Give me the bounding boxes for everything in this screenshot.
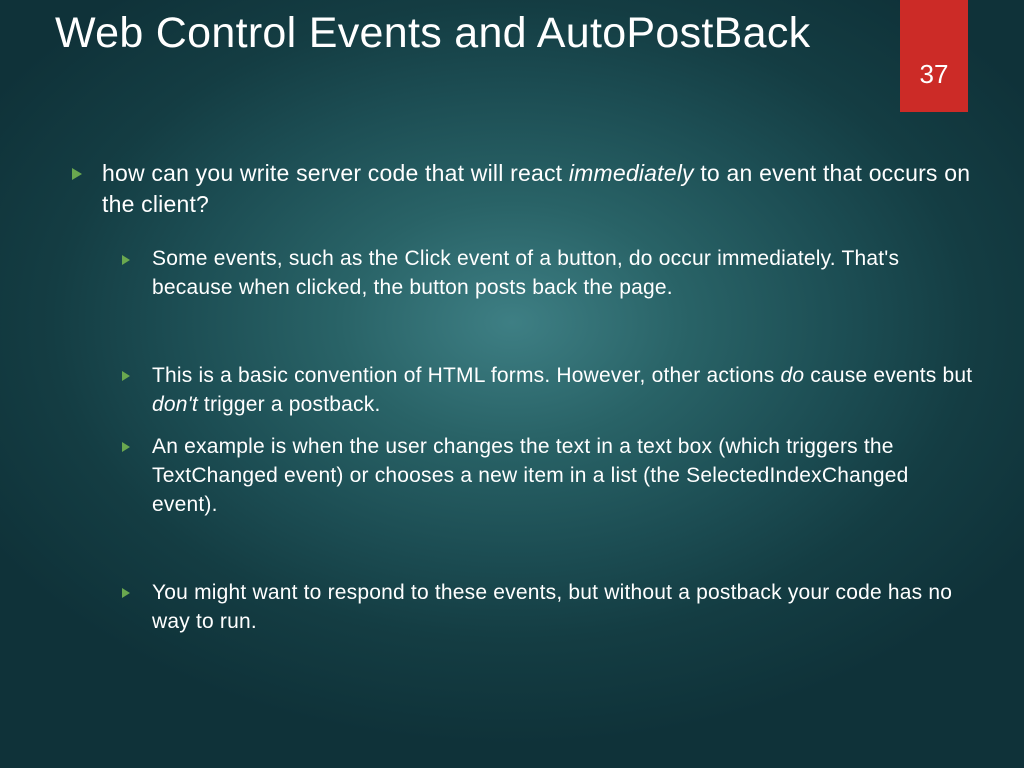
bullet-sub: This is a basic convention of HTML forms…: [122, 361, 974, 420]
page-number-tab: 37: [900, 0, 968, 112]
slide-title: Web Control Events and AutoPostBack: [55, 8, 810, 59]
bullet-sub: You might want to respond to these event…: [122, 578, 974, 637]
triangle-bullet-icon: [122, 442, 130, 452]
page-number: 37: [920, 59, 949, 90]
text-segment: how can you write server code that will …: [102, 160, 569, 186]
triangle-bullet-icon: [122, 255, 130, 265]
text-italic: don't: [152, 393, 198, 416]
text-segment: You might want to respond to these event…: [152, 581, 952, 633]
triangle-bullet-icon: [122, 371, 130, 381]
text-segment: cause events but: [804, 364, 972, 387]
bullet-sub: Some events, such as the Click event of …: [122, 244, 974, 303]
text-segment: This is a basic convention of HTML forms…: [152, 364, 780, 387]
bullet-main: how can you write server code that will …: [72, 158, 974, 220]
triangle-bullet-icon: [72, 168, 82, 180]
slide-content: how can you write server code that will …: [72, 158, 974, 637]
bullet-sub: An example is when the user changes the …: [122, 432, 974, 520]
text-segment: An example is when the user changes the …: [152, 435, 908, 517]
text-italic: do: [780, 364, 804, 387]
text-segment: trigger a postback.: [198, 393, 381, 416]
text-segment: Some events, such as the Click event of …: [152, 247, 899, 299]
triangle-bullet-icon: [122, 588, 130, 598]
text-italic: immediately: [569, 160, 694, 186]
